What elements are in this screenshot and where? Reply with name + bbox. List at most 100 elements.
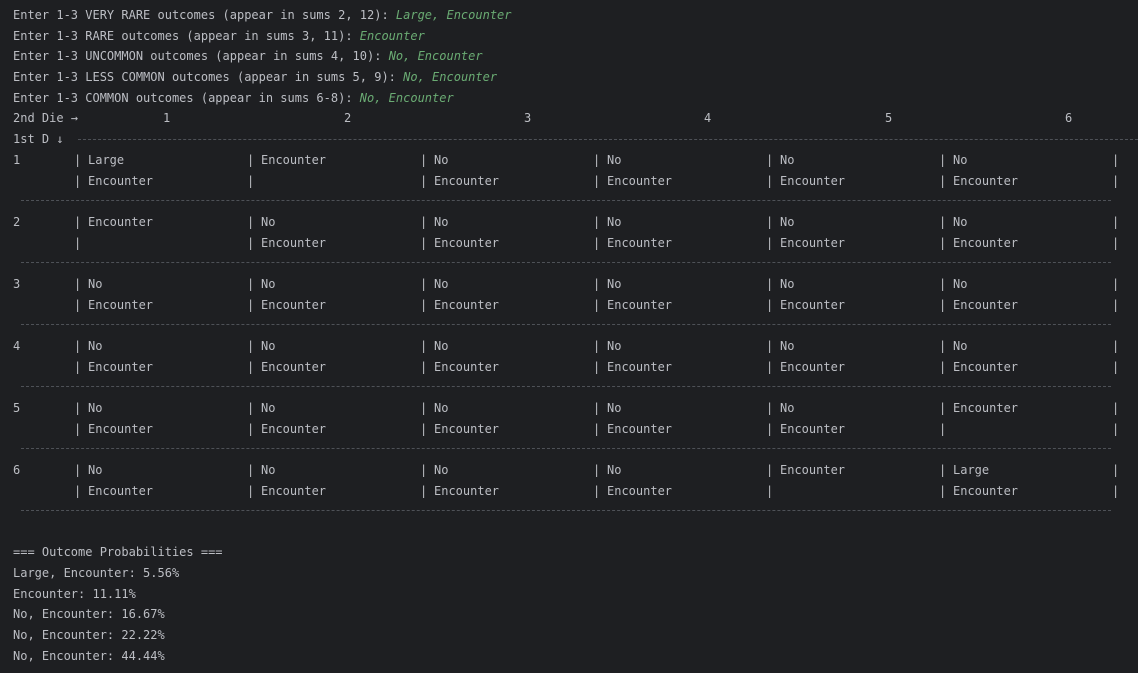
column-header: 3 <box>524 111 532 125</box>
table-cell-text: Encounter <box>434 484 500 498</box>
console-output: Enter 1-3 VERY RARE outcomes (appear in … <box>0 0 1138 673</box>
cell-divider: | <box>247 236 255 250</box>
table-cell-text: No <box>607 277 622 291</box>
row-separator <box>21 510 1111 511</box>
table-cell-text: No <box>607 339 622 353</box>
header-divider <box>78 139 1138 140</box>
table-cell-text: Encounter <box>88 215 154 229</box>
table-cell-text: Encounter <box>953 360 1019 374</box>
table-cell-text: No <box>434 215 449 229</box>
row-end-divider: | <box>1112 153 1120 167</box>
cell-divider: | <box>766 277 774 291</box>
prompt-text: Enter 1-3 RARE outcomes (appear in sums … <box>13 29 360 43</box>
table-cell-text: Encounter <box>434 298 500 312</box>
cell-divider: | <box>766 463 774 477</box>
table-cell-text: No <box>88 277 103 291</box>
cell-divider: | <box>247 298 255 312</box>
column-header: 2 <box>344 111 352 125</box>
table-cell-text: Encounter <box>434 360 500 374</box>
row-end-divider: | <box>1112 174 1120 188</box>
cell-divider: | <box>420 360 428 374</box>
table-cell-text: No <box>953 339 968 353</box>
cell-divider: | <box>247 360 255 374</box>
prompt-line: Enter 1-3 RARE outcomes (appear in sums … <box>13 26 425 46</box>
row-separator <box>21 262 1111 263</box>
table-cell-text: Encounter <box>607 174 673 188</box>
table-cell-text: Encounter <box>261 236 327 250</box>
table-cell-text: No <box>953 153 968 167</box>
table-cell-text: No <box>780 401 795 415</box>
table-cell-text: Encounter <box>953 174 1019 188</box>
cell-divider: | <box>939 360 947 374</box>
table-cell-text: No <box>88 339 103 353</box>
table-cell-text: Encounter <box>953 484 1019 498</box>
column-header: 5 <box>885 111 893 125</box>
row-end-divider: | <box>1112 360 1120 374</box>
cell-divider: | <box>766 401 774 415</box>
row-separator <box>21 448 1111 449</box>
table-cell-text: Encounter <box>607 298 673 312</box>
table-cell-text: No <box>780 153 795 167</box>
prompt-line: Enter 1-3 LESS COMMON outcomes (appear i… <box>13 67 497 87</box>
row-end-divider: | <box>1112 277 1120 291</box>
table-cell-text: No <box>261 215 276 229</box>
cell-divider: | <box>420 298 428 312</box>
cell-divider: | <box>420 484 428 498</box>
cell-divider: | <box>939 422 947 436</box>
table-cell-text: Encounter <box>780 463 846 477</box>
cell-divider: | <box>939 236 947 250</box>
prompt-line: Enter 1-3 COMMON outcomes (appear in sum… <box>13 88 454 108</box>
table-cell-text: Encounter <box>953 298 1019 312</box>
cell-divider: | <box>939 215 947 229</box>
probability-line: No, Encounter: 44.44% <box>13 649 165 663</box>
row-label: 4 <box>13 339 21 353</box>
cell-divider: | <box>593 484 601 498</box>
column-axis-label: 2nd Die → <box>13 111 79 125</box>
cell-divider: | <box>593 236 601 250</box>
cell-divider: | <box>74 298 82 312</box>
table-cell-text: Encounter <box>780 360 846 374</box>
table-cell-text: Encounter <box>607 422 673 436</box>
table-cell-text: No <box>953 215 968 229</box>
cell-divider: | <box>74 339 82 353</box>
table-cell-text: Encounter <box>261 153 327 167</box>
table-cell-text: No <box>953 277 968 291</box>
cell-divider: | <box>74 484 82 498</box>
table-cell-text: Encounter <box>88 174 154 188</box>
probability-line: Large, Encounter: 5.56% <box>13 566 180 580</box>
row-label: 5 <box>13 401 21 415</box>
cell-divider: | <box>593 422 601 436</box>
cell-divider: | <box>74 277 82 291</box>
cell-divider: | <box>74 463 82 477</box>
cell-divider: | <box>939 401 947 415</box>
row-end-divider: | <box>1112 401 1120 415</box>
cell-divider: | <box>247 174 255 188</box>
table-cell-text: Encounter <box>261 360 327 374</box>
cell-divider: | <box>74 360 82 374</box>
table-cell-text: Encounter <box>88 484 154 498</box>
cell-divider: | <box>247 401 255 415</box>
cell-divider: | <box>766 215 774 229</box>
user-input: Large, Encounter <box>395 8 512 22</box>
probability-line: No, Encounter: 16.67% <box>13 607 165 621</box>
cell-divider: | <box>939 174 947 188</box>
prompt-text: Enter 1-3 UNCOMMON outcomes (appear in s… <box>13 49 389 63</box>
cell-divider: | <box>420 277 428 291</box>
table-cell-text: Encounter <box>780 236 846 250</box>
table-cell-text: No <box>88 401 103 415</box>
table-cell-text: Encounter <box>953 236 1019 250</box>
cell-divider: | <box>247 463 255 477</box>
prompt-text: Enter 1-3 COMMON outcomes (appear in sum… <box>13 91 360 105</box>
cell-divider: | <box>74 174 82 188</box>
cell-divider: | <box>939 339 947 353</box>
table-cell-text: Encounter <box>953 401 1019 415</box>
user-input: Encounter <box>359 29 425 43</box>
table-cell-text: No <box>88 463 103 477</box>
table-cell-text: No <box>434 277 449 291</box>
table-cell-text: Encounter <box>88 360 154 374</box>
table-cell-text: No <box>434 339 449 353</box>
table-cell-text: Encounter <box>780 422 846 436</box>
row-end-divider: | <box>1112 422 1120 436</box>
table-cell-text: No <box>261 339 276 353</box>
row-label: 2 <box>13 215 21 229</box>
